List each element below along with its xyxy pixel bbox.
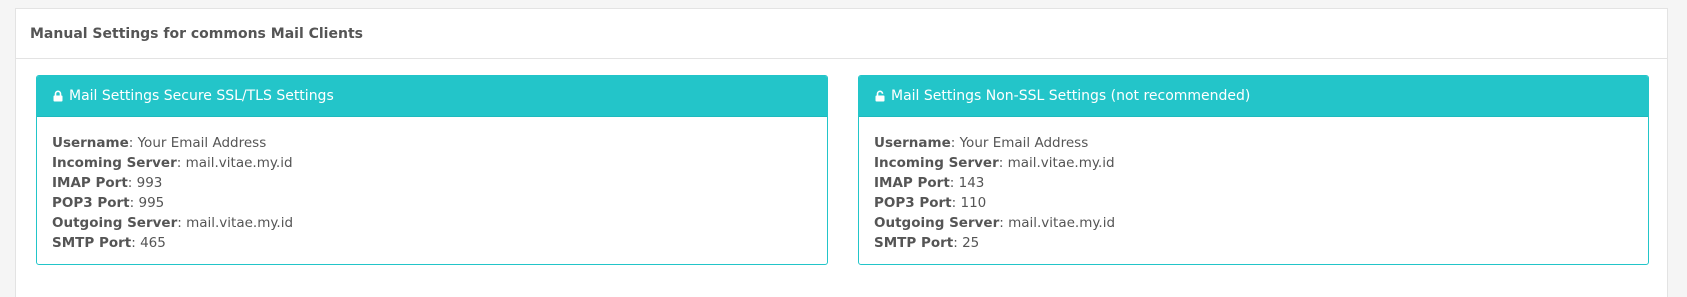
non-ssl-panel-body: Username: Your Email Address Incoming Se… xyxy=(859,117,1648,253)
setting-value: : 110 xyxy=(951,195,987,211)
setting-row-pop3-port: POP3 Port: 995 xyxy=(52,193,812,213)
setting-value: : 995 xyxy=(129,195,165,211)
card-title: Manual Settings for commons Mail Clients xyxy=(16,9,1667,59)
mail-settings-card: Manual Settings for commons Mail Clients… xyxy=(15,8,1668,297)
ssl-panel-body: Username: Your Email Address Incoming Se… xyxy=(37,117,827,253)
setting-label: Username xyxy=(874,135,951,151)
setting-row-smtp-port: SMTP Port: 465 xyxy=(52,233,812,253)
setting-row-imap-port: IMAP Port: 993 xyxy=(52,173,812,193)
setting-row-incoming-server: Incoming Server: mail.vitae.my.id xyxy=(52,153,812,173)
setting-row-username: Username: Your Email Address xyxy=(52,133,812,153)
ssl-panel-heading: Mail Settings Secure SSL/TLS Settings xyxy=(37,76,827,117)
setting-value: : Your Email Address xyxy=(950,135,1089,151)
setting-label: Outgoing Server xyxy=(52,215,178,231)
setting-value: : mail.vitae.my.id xyxy=(998,155,1115,171)
setting-value: : mail.vitae.my.id xyxy=(177,215,294,231)
setting-value: : mail.vitae.my.id xyxy=(176,155,293,171)
setting-label: IMAP Port xyxy=(874,175,950,191)
setting-label: IMAP Port xyxy=(52,175,128,191)
setting-value: : 993 xyxy=(127,175,163,191)
non-ssl-panel-heading: Mail Settings Non-SSL Settings (not reco… xyxy=(859,76,1648,117)
setting-label: Username xyxy=(52,135,129,151)
ssl-panel-heading-text: Mail Settings Secure SSL/TLS Settings xyxy=(69,88,334,104)
setting-label: SMTP Port xyxy=(52,235,132,251)
setting-value: : 465 xyxy=(131,235,166,251)
lock-icon xyxy=(53,90,63,102)
setting-label: Incoming Server xyxy=(874,155,999,171)
setting-value: : mail.vitae.my.id xyxy=(999,215,1116,231)
setting-row-username: Username: Your Email Address xyxy=(874,133,1633,153)
setting-label: Outgoing Server xyxy=(874,215,1000,231)
non-ssl-panel-heading-text: Mail Settings Non-SSL Settings (not reco… xyxy=(891,88,1251,104)
unlock-icon xyxy=(875,90,885,102)
setting-label: Incoming Server xyxy=(52,155,177,171)
setting-label: POP3 Port xyxy=(874,195,952,211)
setting-row-outgoing-server: Outgoing Server: mail.vitae.my.id xyxy=(874,213,1633,233)
ssl-settings-panel: Mail Settings Secure SSL/TLS Settings Us… xyxy=(36,75,828,265)
non-ssl-settings-panel: Mail Settings Non-SSL Settings (not reco… xyxy=(858,75,1649,265)
setting-value: : 25 xyxy=(953,235,980,251)
setting-label: SMTP Port xyxy=(874,235,954,251)
setting-row-smtp-port: SMTP Port: 25 xyxy=(874,233,1633,253)
setting-row-outgoing-server: Outgoing Server: mail.vitae.my.id xyxy=(52,213,812,233)
setting-row-imap-port: IMAP Port: 143 xyxy=(874,173,1633,193)
setting-value: : 143 xyxy=(949,175,985,191)
setting-value: : Your Email Address xyxy=(128,135,267,151)
setting-label: POP3 Port xyxy=(52,195,130,211)
card-title-text: Manual Settings for commons Mail Clients xyxy=(30,25,363,42)
setting-row-pop3-port: POP3 Port: 110 xyxy=(874,193,1633,213)
setting-row-incoming-server: Incoming Server: mail.vitae.my.id xyxy=(874,153,1633,173)
